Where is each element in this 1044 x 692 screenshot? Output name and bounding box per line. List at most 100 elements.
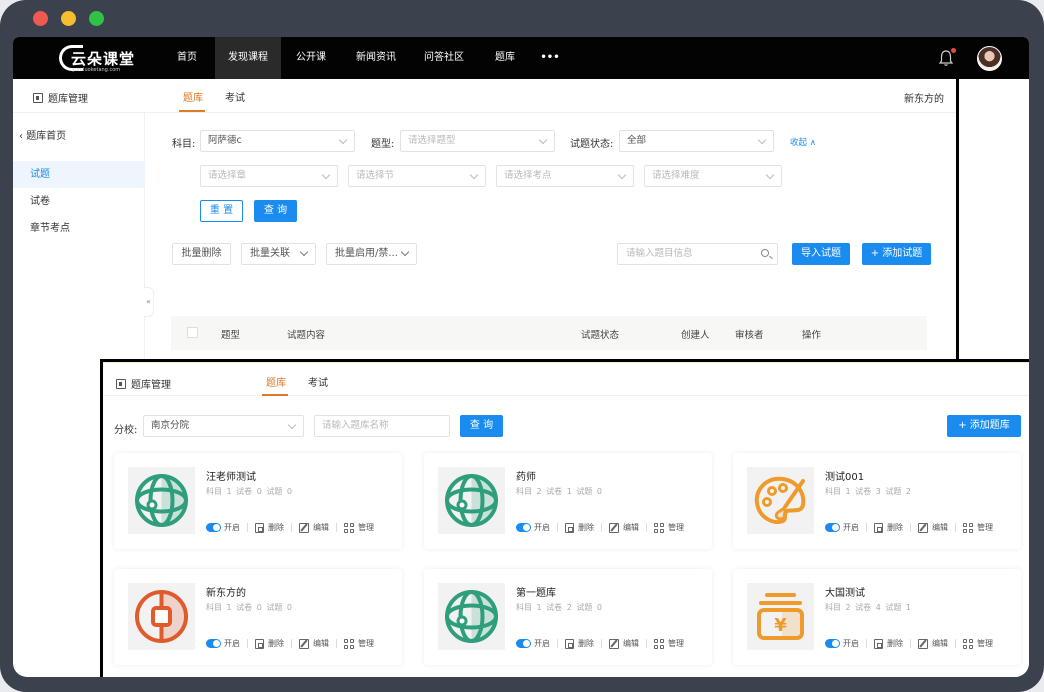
minimize-window-button[interactable] [61,11,76,26]
nav-more-button[interactable]: ••• [535,37,565,79]
table-header: 题型 试题内容 试题状态 创建人 审核者 操作 [171,316,927,350]
edit-button[interactable]: 编辑 [623,638,639,649]
bank-card-5[interactable]: 第一题库 科目 1 试卷 2 试题 0 开启 删除 编辑 管理 [424,569,712,665]
manage-button[interactable]: 管理 [358,638,374,649]
tab-exam[interactable]: 考试 [308,374,328,389]
sidebar-item-chapter-points[interactable]: 章节考点 [13,215,145,242]
enable-toggle[interactable] [516,523,531,532]
close-window-button[interactable] [33,11,48,26]
delete-button[interactable]: 删除 [887,522,903,533]
manage-button[interactable]: 管理 [668,522,684,533]
subject-label: 科目: [172,139,196,150]
collapse-filters-link[interactable]: 收起 ∧ [790,136,816,148]
delete-button[interactable]: 删除 [578,522,594,533]
chevron-down-icon [338,135,348,145]
globe-icon [135,474,188,527]
subject-value: 阿萨德c [208,135,242,146]
trash-icon [874,638,883,649]
trash-icon [255,638,264,649]
nav-item-discover-courses[interactable]: 发现课程 [215,37,281,79]
edit-button[interactable]: 编辑 [313,638,329,649]
bank-card-3[interactable]: 测试001 科目 1 试卷 3 试题 2 开启 删除 编辑 管理 [733,453,1021,549]
enable-toggle[interactable] [206,523,221,532]
page-title: 题库管理 [116,376,171,391]
enable-toggle[interactable] [825,639,840,648]
bank-card-2[interactable]: 药师 科目 2 试卷 1 试题 0 开启 删除 编辑 管理 [424,453,712,549]
bank-title[interactable]: 第一题库 [516,584,556,599]
select-all-checkbox[interactable] [187,327,198,338]
chapter-select[interactable]: 请选择章 [200,165,338,187]
delete-button[interactable]: 删除 [887,638,903,649]
nav-item-public-courses[interactable]: 公开课 [289,37,333,79]
manage-button[interactable]: 管理 [977,638,993,649]
bank-actions: 开启 删除 编辑 管理 [516,522,684,533]
bank-cover [128,467,195,534]
branch-select[interactable]: 南京分院 [143,415,304,437]
trash-icon [874,522,883,533]
bank-query-button[interactable]: 查 询 [460,415,503,437]
delete-button[interactable]: 删除 [268,522,284,533]
bank-title[interactable]: 大国测试 [825,584,865,599]
nav-item-question-bank[interactable]: 题库 [487,37,523,79]
enable-toggle[interactable] [825,523,840,532]
tab-exam[interactable]: 考试 [225,89,245,104]
bank-card-4[interactable]: 新东方的 科目 1 试卷 0 试题 0 开启 删除 编辑 管理 [114,569,402,665]
point-placeholder: 请选择考点 [504,170,552,181]
sidebar-back-link[interactable]: ‹ 题库首页 [19,127,66,142]
delete-button[interactable]: 删除 [578,638,594,649]
nav-item-news[interactable]: 新闻资讯 [349,37,403,79]
collapse-sidebar-button[interactable]: « [144,287,154,317]
search-icon[interactable] [761,249,769,257]
type-label: 题型: [371,139,395,150]
edit-button[interactable]: 编辑 [932,638,948,649]
bank-meta: 科目 2 试卷 4 试题 1 [825,603,911,612]
branch-label: 分校: [114,425,138,436]
bank-title[interactable]: 测试001 [825,468,864,483]
bank-cover [438,467,505,534]
difficulty-select[interactable]: 请选择难度 [644,165,782,187]
import-questions-button[interactable]: 导入试题 [792,243,850,265]
question-bank-page: 题库管理 题库 考试 分校: 南京分院 请输入题库名称 查 询 + 添加题库 汪… [100,359,1029,677]
bank-card-1[interactable]: 汪老师测试 科目 1 试卷 0 试题 0 开启 删除 编辑 管理 [114,453,402,549]
bank-card-6[interactable]: ¥ 大国测试 科目 2 试卷 4 试题 1 开启 删除 编辑 管理 [733,569,1021,665]
divider [247,639,248,648]
manage-button[interactable]: 管理 [358,522,374,533]
reset-button[interactable]: 重 置 [200,200,243,222]
sidebar-item-questions[interactable]: 试题 [13,161,145,188]
bank-title[interactable]: 新东方的 [206,584,246,599]
query-button[interactable]: 查 询 [254,200,297,222]
nav-item-qa-community[interactable]: 问答社区 [417,37,471,79]
batch-link-dropdown[interactable]: 批量关联 [241,243,316,265]
manage-button[interactable]: 管理 [668,638,684,649]
maximize-window-button[interactable] [89,11,104,26]
user-avatar[interactable] [977,46,1002,71]
divider [866,639,867,648]
edit-button[interactable]: 编辑 [623,522,639,533]
tab-question-bank[interactable]: 题库 [266,374,286,389]
section-select[interactable]: 请选择节 [348,165,486,187]
batch-delete-button[interactable]: 批量删除 [172,243,231,265]
nav-item-home[interactable]: 首页 [169,37,205,79]
add-question-button[interactable]: + 添加试题 [862,243,931,265]
grid-icon [344,522,354,533]
edit-button[interactable]: 编辑 [313,522,329,533]
edit-button[interactable]: 编辑 [932,522,948,533]
bank-title[interactable]: 汪老师测试 [206,468,256,483]
bank-title[interactable]: 药师 [516,468,536,483]
delete-button[interactable]: 删除 [268,638,284,649]
bank-name-input[interactable]: 请输入题库名称 [314,415,450,437]
manage-button[interactable]: 管理 [977,522,993,533]
logo[interactable]: 云朵课堂 yunduoketang.com [59,43,139,75]
sidebar-item-papers[interactable]: 试卷 [13,188,145,215]
chevron-down-icon [757,135,767,145]
question-search-input[interactable]: 请输入题目信息 [617,243,778,265]
enable-toggle[interactable] [516,639,531,648]
batch-toggle-dropdown[interactable]: 批量启用/禁... [326,243,417,265]
add-bank-button[interactable]: + 添加题库 [947,415,1021,437]
type-select[interactable]: 请选择题型 [400,130,555,152]
tab-question-bank[interactable]: 题库 [183,89,203,104]
status-select[interactable]: 全部 [619,130,774,152]
subject-select[interactable]: 阿萨德c [200,130,355,152]
point-select[interactable]: 请选择考点 [496,165,634,187]
enable-toggle[interactable] [206,639,221,648]
